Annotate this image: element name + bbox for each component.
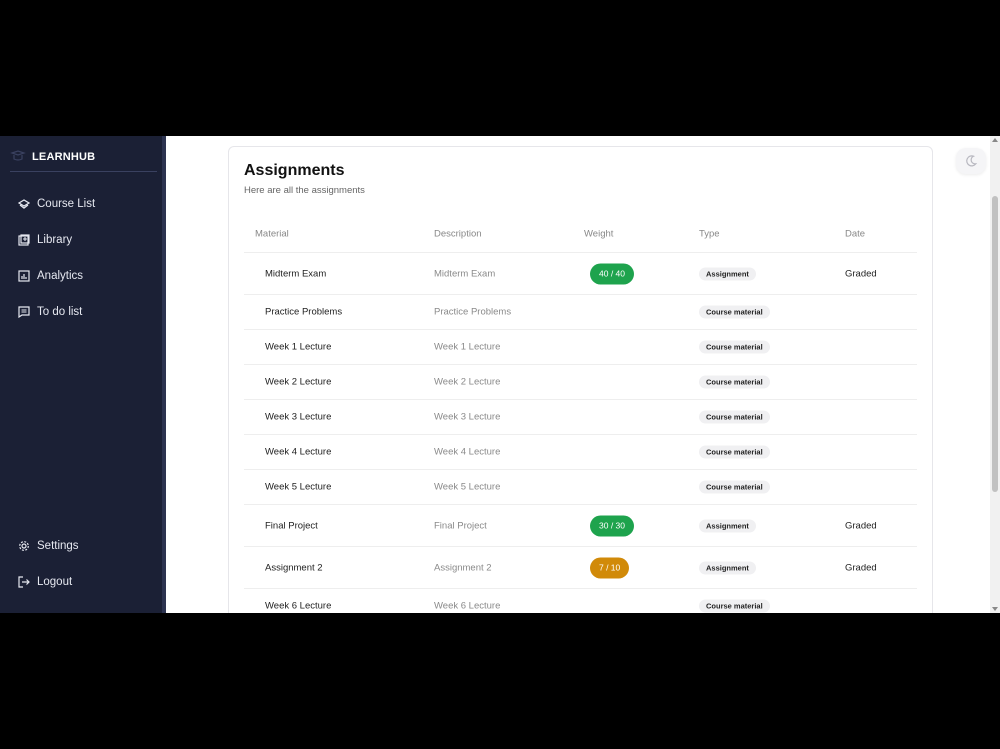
type-badge: Course material [699, 375, 770, 389]
material-cell: Week 6 Lecture [265, 600, 332, 612]
sidebar-item-analytics[interactable]: Analytics [18, 270, 83, 282]
assignments-table: Material Description Weight Type Date Mi… [244, 215, 917, 613]
logout-icon [18, 576, 30, 588]
type-cell: Course material [699, 375, 770, 389]
type-badge: Course material [699, 305, 770, 319]
material-cell: Final Project [265, 520, 318, 531]
sidebar-item-todo[interactable]: To do list [18, 306, 82, 318]
date-cell: Graded [845, 520, 877, 531]
type-badge: Course material [699, 480, 770, 494]
logo-icon [10, 150, 26, 161]
column-header-weight[interactable]: Weight [584, 228, 613, 239]
moon-icon [966, 155, 978, 167]
table-row[interactable]: Week 5 Lecture Week 5 Lecture Course mat… [244, 470, 917, 505]
type-cell: Course material [699, 445, 770, 459]
weight-cell: 7 / 10 [590, 557, 630, 578]
scroll-thumb[interactable] [992, 196, 998, 492]
description-cell: Final Project [434, 520, 487, 531]
description-cell: Assignment 2 [434, 562, 492, 573]
date-cell: Graded [845, 562, 877, 573]
weight-badge: 30 / 30 [590, 515, 634, 536]
description-cell: Week 3 Lecture [434, 411, 501, 423]
scroll-down-icon[interactable] [992, 607, 998, 611]
page-title: Assignments [244, 162, 345, 179]
table-row[interactable]: Midterm Exam Midterm Exam 40 / 40 Assign… [244, 253, 917, 295]
todo-list-icon [18, 306, 30, 318]
type-badge: Assignment [699, 267, 756, 280]
material-cell: Assignment 2 [265, 562, 323, 573]
type-cell: Assignment [699, 267, 756, 280]
type-cell: Course material [699, 305, 770, 319]
type-cell: Assignment [699, 561, 756, 574]
sidebar-item-course-list[interactable]: Course List [18, 198, 95, 210]
column-header-description[interactable]: Description [434, 228, 482, 239]
sidebar-item-label: Course List [37, 198, 96, 210]
material-cell: Week 5 Lecture [265, 481, 332, 493]
table-header: Material Description Weight Type Date [244, 215, 917, 253]
theme-toggle[interactable] [956, 148, 986, 174]
gear-icon [19, 541, 29, 551]
course-list-icon [18, 199, 30, 209]
material-cell: Practice Problems [265, 306, 343, 318]
type-badge: Assignment [699, 519, 756, 532]
brand-name: LEARNHUB [32, 151, 96, 163]
type-cell: Assignment [699, 519, 756, 532]
type-cell: Course material [699, 480, 770, 494]
assignments-card: Assignments Here are all the assignments… [228, 146, 933, 613]
type-badge: Assignment [699, 561, 756, 574]
type-cell: Course material [699, 599, 770, 613]
column-header-type[interactable]: Type [699, 228, 720, 239]
material-cell: Midterm Exam [265, 268, 327, 279]
type-badge: Course material [699, 410, 770, 424]
sidebar-item-label: To do list [37, 306, 83, 318]
weight-cell: 40 / 40 [590, 263, 634, 284]
sidebar-item-logout[interactable]: Logout [18, 576, 72, 588]
page-scrollbar[interactable] [990, 136, 1000, 613]
brand[interactable]: LEARNHUB [10, 148, 157, 172]
description-cell: Practice Problems [434, 306, 512, 318]
table-row[interactable]: Final Project Final Project 30 / 30 Assi… [244, 505, 917, 547]
material-cell: Week 1 Lecture [265, 341, 332, 353]
sidebar-item-settings[interactable]: Settings [18, 540, 79, 552]
table-row[interactable]: Assignment 2 Assignment 2 7 / 10 Assignm… [244, 547, 917, 589]
description-cell: Week 4 Lecture [434, 446, 501, 458]
table-row[interactable]: Practice Problems Practice Problems Cour… [244, 295, 917, 330]
description-cell: Midterm Exam [434, 268, 496, 279]
type-cell: Course material [699, 340, 770, 354]
description-cell: Week 1 Lecture [434, 341, 501, 353]
type-badge: Course material [699, 599, 770, 613]
sidebar-item-label: Settings [37, 540, 79, 552]
description-cell: Week 6 Lecture [434, 600, 501, 612]
weight-cell: 30 / 30 [590, 515, 634, 536]
material-cell: Week 4 Lecture [265, 446, 332, 458]
table-row[interactable]: Week 6 Lecture Week 6 Lecture Course mat… [244, 589, 917, 613]
sidebar: LEARNHUB Course List Library Analytics T… [0, 136, 166, 613]
type-badge: Course material [699, 340, 770, 354]
table-row[interactable]: Week 4 Lecture Week 4 Lecture Course mat… [244, 435, 917, 470]
sidebar-item-label: Library [37, 234, 73, 246]
library-icon [18, 234, 30, 246]
sidebar-item-label: Analytics [37, 270, 84, 282]
sidebar-item-label: Logout [37, 576, 73, 588]
weight-badge: 40 / 40 [590, 263, 634, 284]
material-cell: Week 2 Lecture [265, 376, 332, 388]
analytics-icon [18, 270, 30, 282]
app-window: LEARNHUB Course List Library Analytics T… [0, 136, 1000, 613]
main-content: Assignments Here are all the assignments… [170, 136, 990, 613]
weight-badge: 7 / 10 [590, 557, 630, 578]
table-row[interactable]: Week 1 Lecture Week 1 Lecture Course mat… [244, 330, 917, 365]
type-cell: Course material [699, 410, 770, 424]
sidebar-item-library[interactable]: Library [18, 234, 72, 246]
date-cell: Graded [845, 268, 877, 279]
material-cell: Week 3 Lecture [265, 411, 332, 423]
table-row[interactable]: Week 3 Lecture Week 3 Lecture Course mat… [244, 400, 917, 435]
description-cell: Week 2 Lecture [434, 376, 501, 388]
scroll-up-icon[interactable] [992, 138, 998, 142]
column-header-material[interactable]: Material [255, 228, 289, 239]
type-badge: Course material [699, 445, 770, 459]
description-cell: Week 5 Lecture [434, 481, 501, 493]
column-header-date[interactable]: Date [845, 228, 865, 239]
table-row[interactable]: Week 2 Lecture Week 2 Lecture Course mat… [244, 365, 917, 400]
page-subtitle: Here are all the assignments [244, 185, 365, 196]
